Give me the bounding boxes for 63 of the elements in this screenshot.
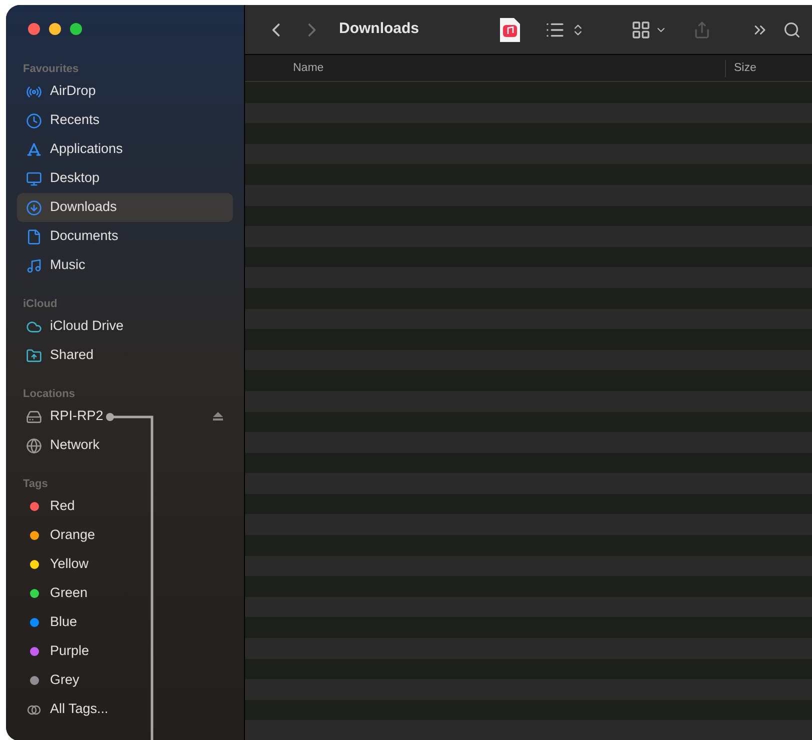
close-button[interactable]: [28, 23, 40, 35]
sidebar-label: Applications: [50, 140, 123, 158]
sidebar-label: Recents: [50, 111, 100, 130]
sidebar-item[interactable]: Green: [17, 579, 233, 608]
sidebar-label: Blue: [50, 613, 78, 632]
sidebar-item[interactable]: Red: [17, 492, 233, 521]
sidebar-label: Orange: [50, 526, 96, 544]
sidebar-label: Red: [50, 497, 75, 516]
sidebar-item[interactable]: Desktop: [17, 164, 233, 193]
sidebar-item[interactable]: Recents: [17, 106, 233, 135]
sidebar-item[interactable]: Purple: [17, 637, 233, 666]
sidebar-label: Documents: [50, 227, 118, 246]
download-icon: [26, 200, 42, 216]
group-icon[interactable]: [631, 20, 651, 40]
sidebar-label: AirDrop: [50, 82, 96, 100]
window-title: Downloads: [339, 19, 420, 40]
sidebar-label: Purple: [50, 642, 90, 660]
airdrop-icon: [26, 84, 42, 100]
sidebar-label: Grey: [50, 671, 80, 690]
sidebar-label: Music: [50, 256, 86, 274]
zoom-button[interactable]: [70, 23, 82, 35]
column-heading[interactable]: Size: [725, 60, 756, 77]
sidebar-item[interactable]: Applications: [17, 135, 233, 164]
sidebar-item[interactable]: All Tags...: [17, 695, 233, 724]
document-icon: [26, 228, 42, 244]
section-heading: Locations: [22, 387, 76, 402]
music-note-icon: [26, 258, 42, 274]
sidebar-label: Shared: [50, 346, 94, 364]
sidebar-label: Desktop: [50, 169, 100, 188]
sidebar-label: All Tags...: [50, 700, 108, 718]
drive-icon: [26, 408, 42, 424]
sidebar-label: Downloads: [50, 198, 117, 216]
sidebar-item[interactable]: Network: [17, 431, 233, 460]
sidebar-label: Yellow: [50, 555, 89, 574]
section-heading: Tags: [22, 477, 49, 492]
sidebar-label: Green: [50, 584, 88, 602]
sidebar-item[interactable]: Blue: [17, 608, 233, 637]
minimize-button[interactable]: [49, 23, 61, 35]
sidebar-item[interactable]: Shared: [17, 341, 233, 370]
sidebar-item[interactable]: Documents: [17, 222, 233, 251]
sidebar-label: iCloud Drive: [50, 317, 124, 336]
audio-file-icon[interactable]: [499, 16, 521, 43]
globe-icon: [26, 438, 42, 454]
sidebar-item[interactable]: Grey: [17, 666, 233, 695]
sidebar-label: Network: [50, 436, 100, 454]
section-heading: Favourites: [22, 62, 80, 77]
clock-icon: [26, 112, 42, 128]
desktop-icon: [26, 170, 42, 186]
sidebar-label: RPI-RP2: [50, 407, 104, 426]
sidebar-item[interactable]: iCloud Drive: [17, 312, 233, 341]
sidebar-item[interactable]: AirDrop: [17, 77, 233, 106]
sidebar-item[interactable]: RPI-RP2: [17, 402, 233, 431]
sidebar-item[interactable]: Music: [17, 251, 233, 280]
sidebar-item[interactable]: Yellow: [17, 550, 233, 579]
sidebar-item[interactable]: Orange: [17, 521, 233, 550]
shared-folder-icon: [26, 348, 42, 364]
eject-icon[interactable]: [213, 412, 223, 421]
applications-icon: [26, 142, 42, 158]
section-heading: iCloud: [22, 297, 58, 312]
sidebar-item[interactable]: Downloads: [17, 193, 233, 222]
column-heading[interactable]: Name: [293, 60, 725, 77]
cloud-icon: [26, 318, 42, 334]
search-icon[interactable]: [783, 20, 801, 39]
